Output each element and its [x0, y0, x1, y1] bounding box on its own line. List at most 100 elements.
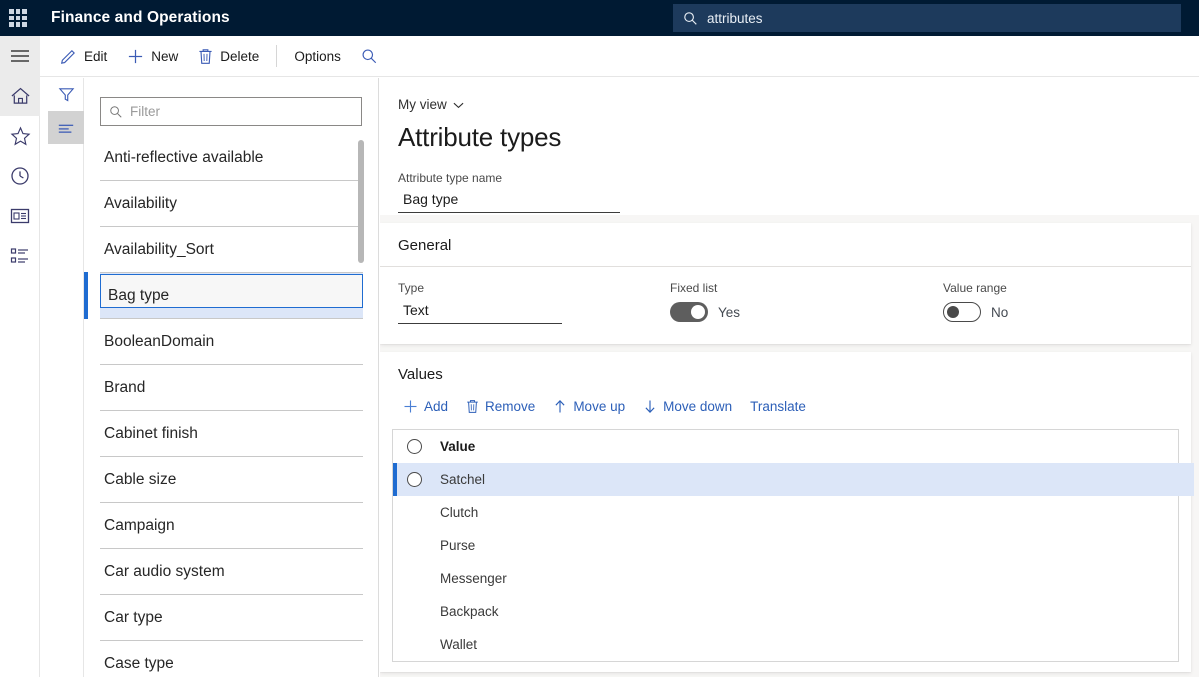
list-item-label: Case type	[104, 655, 174, 673]
content-header: My view Attribute types Attribute type n…	[380, 78, 1199, 215]
edit-button-label: Edit	[84, 49, 107, 64]
list-item[interactable]: Availability_Sort	[100, 227, 363, 273]
list-item-label: Cable size	[104, 471, 176, 489]
attribute-types-list: Anti-reflective available Availability A…	[84, 135, 379, 677]
values-grid-row[interactable]: Purse	[393, 529, 1178, 562]
action-toolbar: Edit New Delete Options	[40, 36, 1199, 77]
values-grid: Value Satchel Clutch Purse Messenger	[392, 429, 1179, 662]
chevron-down-icon	[453, 101, 464, 109]
value-range-toggle[interactable]	[943, 302, 981, 322]
delete-button-label: Delete	[220, 49, 259, 64]
value-cell: Backpack	[440, 604, 499, 619]
list-item[interactable]: BooleanDomain	[100, 319, 363, 365]
list-item-label: Availability_Sort	[104, 241, 214, 259]
star-icon[interactable]	[0, 116, 40, 156]
attribute-type-name-input[interactable]: Bag type	[398, 191, 620, 213]
list-item-label: BooleanDomain	[104, 333, 214, 351]
filter-input-placeholder: Filter	[130, 104, 160, 119]
filter-input[interactable]: Filter	[100, 97, 362, 126]
arrow-down-icon	[643, 399, 657, 414]
list-scrollbar-thumb[interactable]	[358, 140, 364, 263]
fixed-list-label: Fixed list	[670, 281, 943, 295]
main-content: My view Attribute types Attribute type n…	[380, 78, 1199, 677]
plus-icon	[403, 399, 418, 414]
list-item[interactable]: Brand	[100, 365, 363, 411]
add-value-button[interactable]: Add	[394, 391, 457, 421]
remove-value-label: Remove	[485, 399, 535, 414]
row-radio[interactable]	[407, 472, 422, 487]
values-grid-row[interactable]: Wallet	[393, 628, 1178, 661]
move-down-label: Move down	[663, 399, 732, 414]
list-item[interactable]: Car type	[100, 595, 363, 641]
list-item-label: Anti-reflective available	[104, 149, 263, 167]
type-label: Type	[398, 281, 670, 295]
values-grid-row[interactable]: Clutch	[393, 496, 1178, 529]
value-cell: Wallet	[440, 637, 477, 652]
new-button[interactable]: New	[117, 36, 188, 76]
move-up-button[interactable]: Move up	[544, 391, 634, 421]
list-item-label: Cabinet finish	[104, 425, 198, 443]
list-item[interactable]: Case type	[100, 641, 363, 677]
options-button-label: Options	[294, 49, 341, 64]
value-cell: Messenger	[440, 571, 507, 586]
type-input[interactable]: Text	[398, 302, 562, 324]
list-item[interactable]: Availability	[100, 181, 363, 227]
clock-icon[interactable]	[0, 156, 40, 196]
general-card-body: Type Text Fixed list Yes Value range	[380, 267, 1191, 344]
list-item-selected[interactable]: Bag type	[100, 273, 363, 319]
options-button[interactable]: Options	[284, 36, 351, 76]
translate-label: Translate	[750, 399, 806, 414]
home-icon[interactable]	[0, 76, 40, 116]
hamburger-menu-icon[interactable]	[0, 36, 40, 76]
list-scrollbar[interactable]	[358, 140, 364, 430]
values-grid-row[interactable]: Backpack	[393, 595, 1178, 628]
select-all-radio[interactable]	[407, 439, 422, 454]
plus-icon	[127, 48, 144, 65]
new-button-label: New	[151, 49, 178, 64]
page-title: Attribute types	[398, 122, 1199, 153]
modules-list-icon[interactable]	[0, 236, 40, 276]
value-range-label: Value range	[943, 281, 1008, 295]
list-item[interactable]: Campaign	[100, 503, 363, 549]
view-selector[interactable]: My view	[398, 97, 464, 112]
translate-button[interactable]: Translate	[741, 391, 815, 421]
list-item[interactable]: Cable size	[100, 457, 363, 503]
fixed-list-toggle-state: Yes	[718, 305, 740, 320]
app-title: Finance and Operations	[51, 9, 230, 27]
workspace-icon[interactable]	[0, 196, 40, 236]
global-search-input[interactable]: attributes	[673, 4, 1181, 32]
funnel-filter-icon[interactable]	[48, 78, 84, 111]
move-down-button[interactable]: Move down	[634, 391, 741, 421]
edit-button[interactable]: Edit	[50, 36, 117, 76]
search-icon	[109, 105, 123, 119]
values-grid-row-selected[interactable]: Satchel	[393, 463, 1194, 496]
values-card-bottom-pad	[380, 662, 1191, 672]
fixed-list-toggle[interactable]	[670, 302, 708, 322]
arrow-up-icon	[553, 399, 567, 414]
move-up-label: Move up	[573, 399, 625, 414]
list-item[interactable]: Anti-reflective available	[100, 135, 363, 181]
list-panel-rail	[48, 78, 84, 677]
row-selection-bar	[393, 463, 397, 496]
list-item-label: Car type	[104, 609, 163, 627]
toolbar-search-button[interactable]	[351, 36, 388, 76]
list-item-label: Bag type	[104, 287, 169, 305]
delete-button[interactable]: Delete	[188, 36, 269, 76]
attribute-types-list-panel: Filter Anti-reflective available Availab…	[84, 78, 379, 677]
list-item-label: Availability	[104, 195, 177, 213]
view-selector-label: My view	[398, 97, 447, 112]
list-item[interactable]: Car audio system	[100, 549, 363, 595]
fixed-list-field-block: Fixed list Yes	[670, 281, 943, 324]
list-item[interactable]: Cabinet finish	[100, 411, 363, 457]
values-grid-row[interactable]: Messenger	[393, 562, 1178, 595]
search-icon	[683, 11, 698, 26]
values-grid-header-row: Value	[393, 430, 1178, 463]
attribute-type-name-label: Attribute type name	[398, 171, 1199, 185]
left-icon-rail	[0, 36, 40, 677]
value-cell: Purse	[440, 538, 475, 553]
remove-value-button[interactable]: Remove	[457, 391, 544, 421]
values-card: Values Add	[380, 352, 1191, 672]
waffle-grid-icon[interactable]	[0, 0, 36, 36]
toggle-knob	[947, 306, 959, 318]
list-lines-icon[interactable]	[48, 111, 84, 144]
